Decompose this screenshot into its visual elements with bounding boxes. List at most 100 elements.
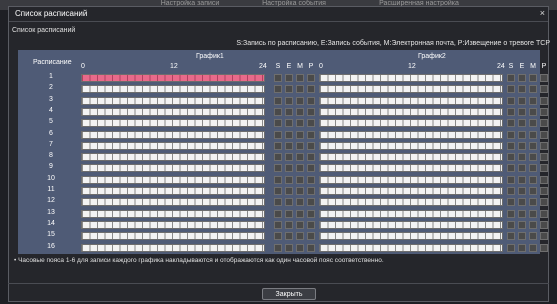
- schedule1-flag-s-row-14[interactable]: [274, 220, 282, 229]
- schedule2-timeline-row-15[interactable]: [319, 232, 503, 241]
- schedule1-flag-m-row-6[interactable]: [296, 130, 304, 139]
- schedule2-timeline-row-14[interactable]: [319, 220, 503, 229]
- schedule1-timeline-row-1[interactable]: [81, 74, 265, 82]
- schedule1-flag-p-row-6[interactable]: [307, 130, 315, 139]
- schedule2-flag-e-row-1[interactable]: [518, 74, 526, 82]
- schedule1-flag-s-row-6[interactable]: [274, 130, 282, 139]
- schedule2-flag-m-row-15[interactable]: [529, 232, 537, 241]
- schedule2-flag-m-row-6[interactable]: [529, 130, 537, 139]
- schedule2-flag-p-row-16[interactable]: [540, 243, 548, 252]
- schedule2-timeline-row-1[interactable]: [319, 74, 503, 82]
- schedule2-flag-p-row-8[interactable]: [540, 153, 548, 162]
- schedule1-flag-e-row-4[interactable]: [285, 107, 293, 116]
- schedule1-flag-p-row-1[interactable]: [307, 74, 315, 82]
- schedule2-flag-m-row-7[interactable]: [529, 141, 537, 150]
- schedule2-flag-p-row-3[interactable]: [540, 96, 548, 105]
- schedule2-flag-s-row-11[interactable]: [507, 187, 515, 195]
- schedule2-flag-e-row-10[interactable]: [518, 175, 526, 184]
- schedule2-flag-s-row-1[interactable]: [507, 74, 515, 82]
- schedule2-flag-s-row-7[interactable]: [507, 141, 515, 150]
- schedule2-flag-m-row-16[interactable]: [529, 243, 537, 252]
- schedule1-flag-s-row-9[interactable]: [274, 164, 282, 173]
- schedule2-flag-p-row-13[interactable]: [540, 209, 548, 218]
- schedule2-flag-e-row-11[interactable]: [518, 187, 526, 195]
- schedule2-flag-s-row-10[interactable]: [507, 175, 515, 184]
- schedule2-flag-e-row-14[interactable]: [518, 220, 526, 229]
- schedule2-flag-p-row-12[interactable]: [540, 198, 548, 207]
- schedule1-timeline-row-5[interactable]: [81, 119, 265, 128]
- schedule1-timeline-row-7[interactable]: [81, 141, 265, 150]
- schedule1-flag-e-row-2[interactable]: [285, 85, 293, 94]
- schedule2-timeline-row-2[interactable]: [319, 85, 503, 94]
- schedule1-timeline-row-6[interactable]: [81, 130, 265, 139]
- schedule1-flag-m-row-16[interactable]: [296, 243, 304, 252]
- schedule1-flag-m-row-3[interactable]: [296, 96, 304, 105]
- schedule2-flag-e-row-15[interactable]: [518, 232, 526, 241]
- schedule1-timeline-row-3[interactable]: [81, 96, 265, 105]
- schedule1-flag-p-row-7[interactable]: [307, 141, 315, 150]
- schedule1-flag-m-row-9[interactable]: [296, 164, 304, 173]
- schedule2-flag-m-row-14[interactable]: [529, 220, 537, 229]
- close-button[interactable]: Закрыть: [262, 288, 316, 300]
- schedule2-flag-s-row-2[interactable]: [507, 85, 515, 94]
- schedule1-flag-s-row-10[interactable]: [274, 175, 282, 184]
- schedule1-flag-p-row-16[interactable]: [307, 243, 315, 252]
- schedule2-timeline-row-7[interactable]: [319, 141, 503, 150]
- schedule1-flag-e-row-3[interactable]: [285, 96, 293, 105]
- schedule2-flag-m-row-9[interactable]: [529, 164, 537, 173]
- schedule1-timeline-row-4[interactable]: [81, 107, 265, 116]
- schedule2-timeline-row-3[interactable]: [319, 96, 503, 105]
- schedule2-flag-s-row-15[interactable]: [507, 232, 515, 241]
- schedule1-flag-s-row-16[interactable]: [274, 243, 282, 252]
- schedule2-flag-m-row-10[interactable]: [529, 175, 537, 184]
- schedule2-flag-p-row-11[interactable]: [540, 187, 548, 195]
- schedule2-timeline-row-10[interactable]: [319, 175, 503, 184]
- schedule1-flag-s-row-4[interactable]: [274, 107, 282, 116]
- schedule2-flag-s-row-5[interactable]: [507, 119, 515, 128]
- schedule1-flag-m-row-4[interactable]: [296, 107, 304, 116]
- schedule1-flag-m-row-12[interactable]: [296, 198, 304, 207]
- schedule2-flag-e-row-3[interactable]: [518, 96, 526, 105]
- schedule2-timeline-row-16[interactable]: [319, 243, 503, 252]
- schedule1-flag-m-row-11[interactable]: [296, 187, 304, 195]
- schedule1-flag-s-row-13[interactable]: [274, 209, 282, 218]
- schedule2-flag-s-row-12[interactable]: [507, 198, 515, 207]
- schedule1-timeline-row-14[interactable]: [81, 220, 265, 229]
- schedule1-flag-p-row-3[interactable]: [307, 96, 315, 105]
- schedule1-flag-p-row-10[interactable]: [307, 175, 315, 184]
- schedule1-timeline-row-8[interactable]: [81, 153, 265, 162]
- schedule2-flag-p-row-15[interactable]: [540, 232, 548, 241]
- schedule1-flag-e-row-1[interactable]: [285, 74, 293, 82]
- schedule1-flag-s-row-2[interactable]: [274, 85, 282, 94]
- schedule2-flag-s-row-13[interactable]: [507, 209, 515, 218]
- schedule1-flag-m-row-15[interactable]: [296, 232, 304, 241]
- schedule1-timeline-row-15[interactable]: [81, 232, 265, 241]
- schedule2-flag-s-row-8[interactable]: [507, 153, 515, 162]
- schedule2-timeline-row-9[interactable]: [319, 164, 503, 173]
- schedule2-timeline-row-4[interactable]: [319, 107, 503, 116]
- schedule2-flag-e-row-6[interactable]: [518, 130, 526, 139]
- schedule2-flag-p-row-9[interactable]: [540, 164, 548, 173]
- schedule2-flag-e-row-5[interactable]: [518, 119, 526, 128]
- schedule2-flag-e-row-12[interactable]: [518, 198, 526, 207]
- schedule2-flag-m-row-3[interactable]: [529, 96, 537, 105]
- schedule1-flag-s-row-15[interactable]: [274, 232, 282, 241]
- schedule2-flag-m-row-13[interactable]: [529, 209, 537, 218]
- schedule2-flag-p-row-1[interactable]: [540, 74, 548, 82]
- schedule1-flag-m-row-13[interactable]: [296, 209, 304, 218]
- schedule1-flag-s-row-1[interactable]: [274, 74, 282, 82]
- schedule1-flag-s-row-5[interactable]: [274, 119, 282, 128]
- schedule2-flag-e-row-4[interactable]: [518, 107, 526, 116]
- schedule1-flag-e-row-12[interactable]: [285, 198, 293, 207]
- schedule1-flag-m-row-7[interactable]: [296, 141, 304, 150]
- close-icon[interactable]: ×: [540, 8, 545, 18]
- schedule1-flag-e-row-9[interactable]: [285, 164, 293, 173]
- schedule2-flag-m-row-2[interactable]: [529, 85, 537, 94]
- schedule2-flag-p-row-2[interactable]: [540, 85, 548, 94]
- schedule1-timeline-row-2[interactable]: [81, 85, 265, 94]
- schedule1-timeline-row-13[interactable]: [81, 209, 265, 218]
- schedule1-flag-s-row-12[interactable]: [274, 198, 282, 207]
- schedule1-flag-s-row-8[interactable]: [274, 153, 282, 162]
- schedule2-flag-m-row-12[interactable]: [529, 198, 537, 207]
- schedule2-timeline-row-13[interactable]: [319, 209, 503, 218]
